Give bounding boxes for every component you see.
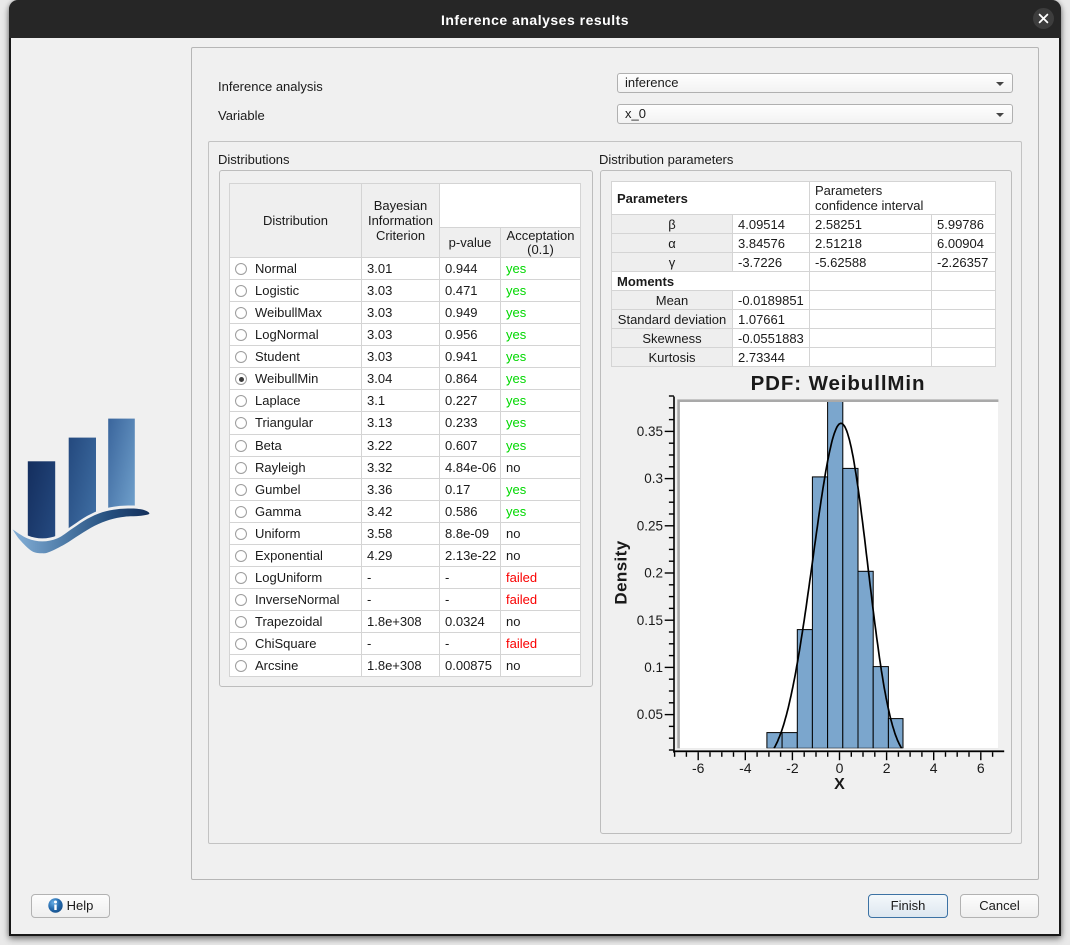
svg-text:0.2: 0.2 [644,566,663,581]
svg-text:6: 6 [977,760,985,776]
svg-text:0.15: 0.15 [637,613,663,628]
svg-text:0.05: 0.05 [637,707,663,722]
svg-text:-4: -4 [739,760,752,776]
svg-text:X: X [834,776,845,793]
svg-text:0.25: 0.25 [637,518,663,533]
svg-text:4: 4 [930,760,938,776]
svg-text:-2: -2 [786,760,799,776]
svg-text:PDF: WeibullMin: PDF: WeibullMin [751,372,926,395]
svg-text:Density: Density [612,540,631,604]
svg-text:0.1: 0.1 [644,660,663,675]
svg-text:0.3: 0.3 [644,471,663,486]
svg-text:-6: -6 [692,760,705,776]
svg-text:0: 0 [836,760,844,776]
svg-text:2: 2 [883,760,891,776]
svg-text:0.35: 0.35 [637,424,663,439]
